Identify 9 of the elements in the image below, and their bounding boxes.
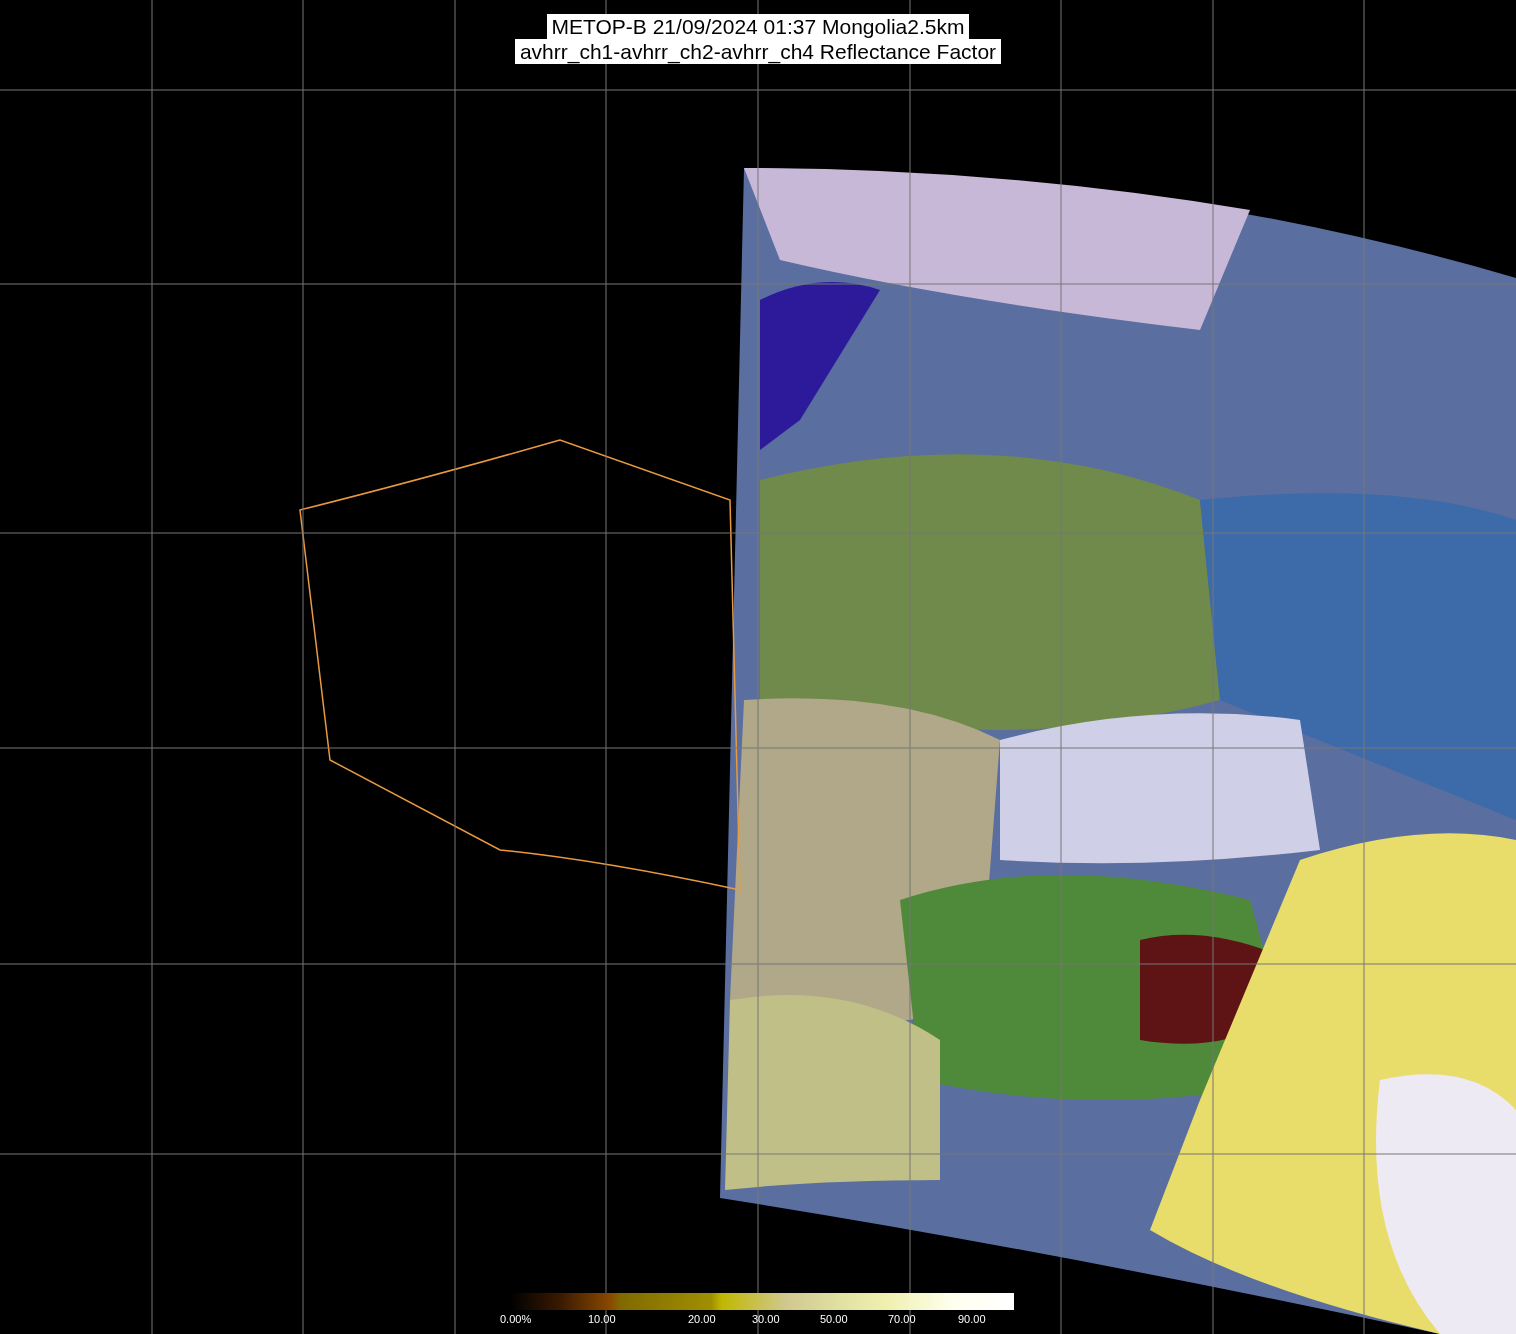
- colorbar-label: 10.00: [588, 1313, 616, 1325]
- colorbar-label: 50.00: [820, 1313, 848, 1325]
- colorbar-label: 90.00: [958, 1313, 986, 1325]
- map-title: METOP-B 21/09/2024 01:37 Mongolia2.5km: [546, 14, 970, 39]
- colorbar-label: 30.00: [752, 1313, 780, 1325]
- map-title: avhrr_ch1-avhrr_ch2-avhrr_ch4 Reflectance Factor: [514, 39, 1002, 64]
- colorbar-label: 70.00: [888, 1313, 916, 1325]
- colorbar-label: 20.00: [688, 1313, 716, 1325]
- colorbar-label: 0.00%: [500, 1313, 532, 1325]
